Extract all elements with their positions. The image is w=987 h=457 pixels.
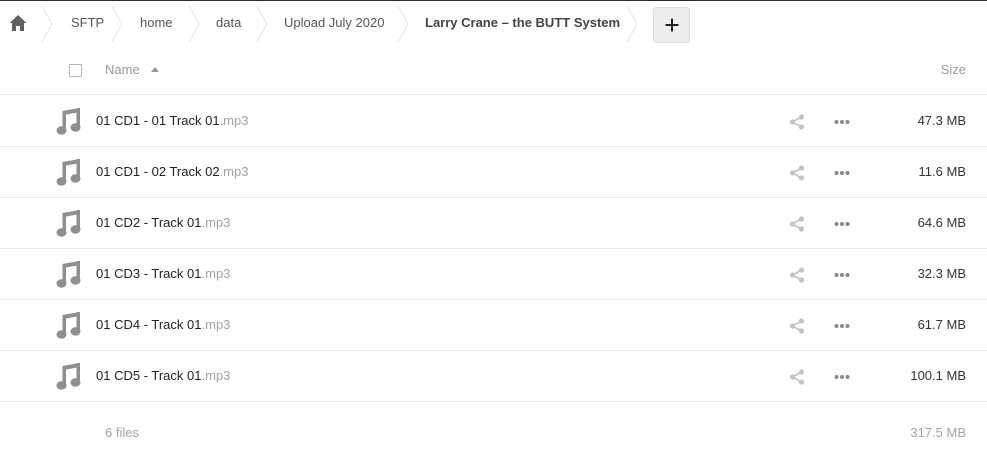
file-basename: 01 CD4 - Track 01 [96, 317, 202, 332]
file-basename: 01 CD5 - Track 01 [96, 368, 202, 383]
music-note-icon [56, 159, 81, 186]
more-options-icon[interactable] [834, 221, 850, 227]
file-row[interactable]: 01 CD4 - Track 01.mp3 61.7 MB [0, 300, 987, 351]
file-row[interactable]: 01 CD1 - 02 Track 02.mp3 11.6 MB [0, 147, 987, 198]
breadcrumb-separator [397, 5, 409, 43]
select-all-checkbox[interactable] [69, 64, 82, 77]
breadcrumb-separator [188, 5, 200, 43]
breadcrumb-separator [626, 5, 638, 43]
music-note-icon [56, 312, 81, 339]
music-note-icon [56, 261, 81, 288]
file-count: 6 files [105, 425, 139, 440]
music-note-icon [56, 363, 81, 390]
plus-icon [665, 18, 678, 32]
home-icon[interactable] [8, 13, 28, 33]
file-extension: .mp3 [201, 317, 231, 332]
sort-ascending-icon [151, 67, 160, 73]
breadcrumb-item-home[interactable]: home [140, 1, 173, 47]
breadcrumb-separator [41, 5, 53, 43]
file-list-header: Name Size [0, 48, 987, 95]
file-size: 64.6 MB [917, 215, 966, 230]
more-options-icon[interactable] [834, 170, 850, 176]
file-basename: 01 CD1 - 01 Track 01 [96, 113, 220, 128]
music-note-icon [56, 210, 81, 237]
file-summary: 6 files 317.5 MB [0, 402, 987, 457]
file-extension: .mp3 [219, 164, 249, 179]
breadcrumb-separator [111, 5, 123, 43]
file-name[interactable]: 01 CD1 - 01 Track 01.mp3 [96, 113, 248, 128]
file-extension: .mp3 [201, 215, 231, 230]
file-name[interactable]: 01 CD1 - 02 Track 02.mp3 [96, 164, 248, 179]
breadcrumb-item-sftp[interactable]: SFTP [71, 1, 104, 47]
share-icon[interactable] [789, 369, 805, 385]
file-extension: .mp3 [201, 266, 231, 281]
add-new-button[interactable] [653, 7, 690, 43]
share-icon[interactable] [789, 165, 805, 181]
share-icon[interactable] [789, 216, 805, 232]
file-extension: .mp3 [201, 368, 231, 383]
more-options-icon[interactable] [834, 272, 850, 278]
file-basename: 01 CD3 - Track 01 [96, 266, 202, 281]
music-note-icon [56, 108, 81, 135]
more-options-icon[interactable] [834, 374, 850, 380]
file-name[interactable]: 01 CD4 - Track 01.mp3 [96, 317, 230, 332]
name-column-header[interactable]: Name [105, 62, 160, 77]
file-extension: .mp3 [219, 113, 249, 128]
breadcrumb-item-data[interactable]: data [216, 1, 241, 47]
file-basename: 01 CD1 - 02 Track 02 [96, 164, 220, 179]
total-size: 317.5 MB [910, 425, 966, 440]
more-options-icon[interactable] [834, 323, 850, 329]
file-row[interactable]: 01 CD1 - 01 Track 01.mp3 47.3 MB [0, 96, 987, 147]
breadcrumb: SFTP home data Upload July 2020 Larry Cr… [0, 1, 987, 47]
file-list: 01 CD1 - 01 Track 01.mp3 47.3 MB 01 CD1 … [0, 96, 987, 402]
file-row[interactable]: 01 CD2 - Track 01.mp3 64.6 MB [0, 198, 987, 249]
share-icon[interactable] [789, 114, 805, 130]
share-icon[interactable] [789, 318, 805, 334]
file-size: 11.6 MB [918, 164, 966, 179]
breadcrumb-item-current-folder[interactable]: Larry Crane – the BUTT System [425, 1, 620, 47]
file-basename: 01 CD2 - Track 01 [96, 215, 202, 230]
file-size: 47.3 MB [917, 113, 966, 128]
breadcrumb-item-upload-july-2020[interactable]: Upload July 2020 [284, 1, 384, 47]
file-name[interactable]: 01 CD2 - Track 01.mp3 [96, 215, 230, 230]
share-icon[interactable] [789, 267, 805, 283]
name-column-label: Name [105, 62, 140, 77]
size-column-header[interactable]: Size [941, 62, 966, 77]
file-row[interactable]: 01 CD3 - Track 01.mp3 32.3 MB [0, 249, 987, 300]
file-size: 61.7 MB [917, 317, 966, 332]
more-options-icon[interactable] [834, 119, 850, 125]
breadcrumb-separator [256, 5, 268, 43]
file-name[interactable]: 01 CD5 - Track 01.mp3 [96, 368, 230, 383]
file-row[interactable]: 01 CD5 - Track 01.mp3 100.1 MB [0, 351, 987, 402]
file-size: 32.3 MB [917, 266, 966, 281]
file-name[interactable]: 01 CD3 - Track 01.mp3 [96, 266, 230, 281]
file-size: 100.1 MB [910, 368, 966, 383]
